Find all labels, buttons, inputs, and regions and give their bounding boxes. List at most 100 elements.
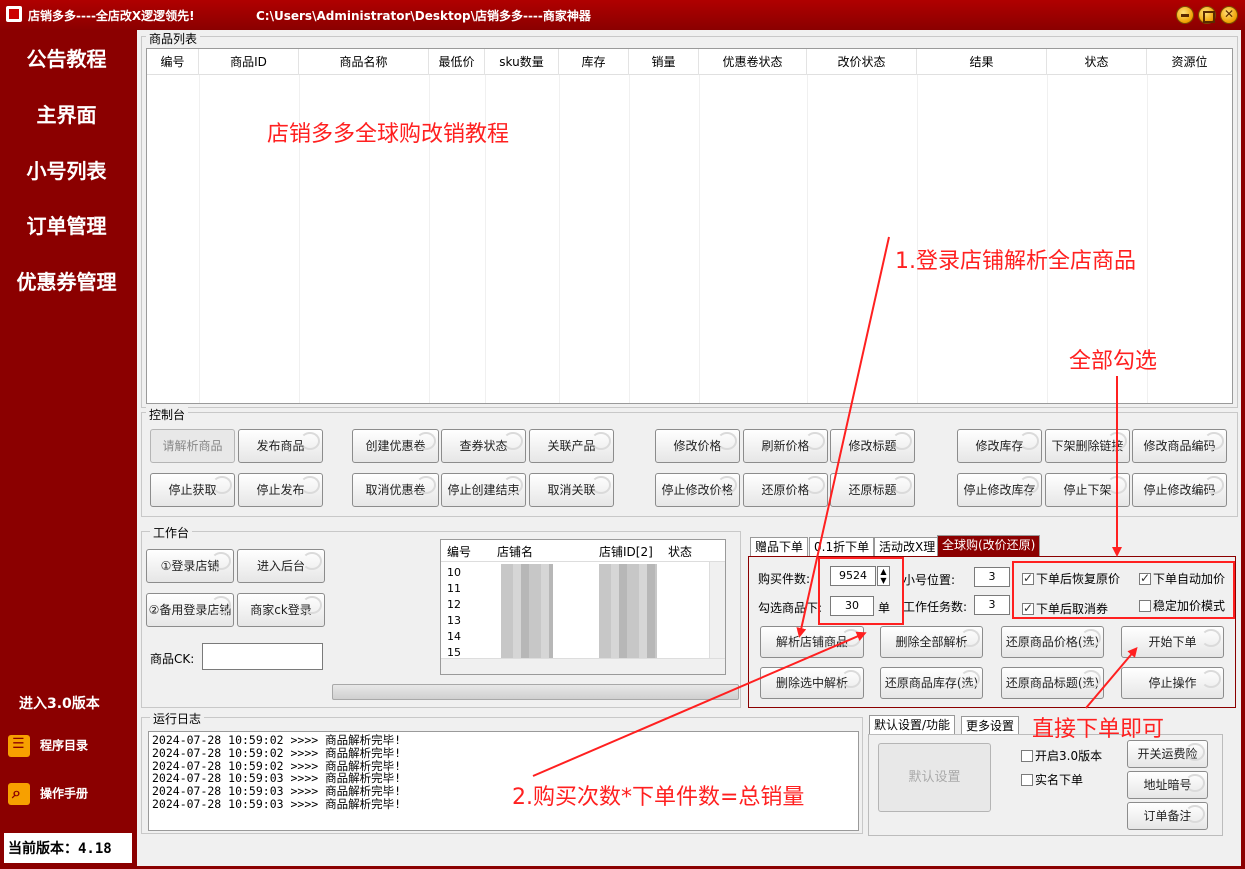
restore-product-stock-button[interactable]: 还原商品库存(选) — [880, 667, 983, 699]
product-ck-input[interactable] — [202, 643, 323, 670]
delist-button[interactable]: 下架删除链接 — [1045, 429, 1130, 463]
stop-modify-price-button[interactable]: 停止修改价格 — [655, 473, 740, 507]
list-item[interactable]: 11 — [447, 582, 461, 595]
program-dir-link[interactable]: 程序目录 — [8, 735, 88, 757]
store-list[interactable]: 编号 店铺名 店铺ID[2] 状态 10 11 12 13 14 15 — [440, 539, 726, 675]
stop-operation-button[interactable]: 停止操作 — [1121, 667, 1224, 699]
sidebar: 公告教程 主界面 小号列表 订单管理 优惠券管理 进入3.0版本 程序目录 操作… — [0, 30, 133, 869]
minimize-icon[interactable] — [1176, 6, 1194, 24]
modify-price-button[interactable]: 修改价格 — [655, 429, 740, 463]
col-result[interactable]: 结果 — [917, 49, 1047, 75]
store-col-no[interactable]: 编号 — [447, 543, 471, 560]
address-code-button[interactable]: 地址暗号 — [1127, 771, 1208, 799]
delete-all-parsed-button[interactable]: 删除全部解析 — [880, 626, 983, 658]
manual-link[interactable]: 操作手册 — [8, 783, 88, 805]
restore-product-title-button[interactable]: 还原商品标题(选) — [1001, 667, 1104, 699]
manual-label: 操作手册 — [40, 786, 89, 801]
enter-backend-button[interactable]: 进入后台 — [237, 549, 325, 583]
list-item[interactable]: 13 — [447, 614, 461, 627]
col-product-name[interactable]: 商品名称 — [299, 49, 429, 75]
parse-store-products-button[interactable]: 解析店铺商品 — [760, 626, 864, 658]
col-stock[interactable]: 库存 — [559, 49, 629, 75]
sidebar-item-orders[interactable]: 订单管理 — [0, 210, 133, 239]
check-coupon-button[interactable]: 查券状态 — [441, 429, 526, 463]
tab-discount-order[interactable]: 0.1折下单 — [809, 537, 875, 557]
list-item[interactable]: 10 — [447, 566, 461, 579]
modify-title-button[interactable]: 修改标题 — [830, 429, 915, 463]
sidebar-item-main[interactable]: 主界面 — [0, 99, 133, 128]
tab-activity[interactable]: 活动改X理 — [874, 537, 941, 557]
stop-create-button[interactable]: 停止创建结束 — [441, 473, 526, 507]
stop-modify-code-button[interactable]: 停止修改编码 — [1132, 473, 1227, 507]
start-order-button[interactable]: 开始下单 — [1121, 626, 1224, 658]
store-col-name[interactable]: 店铺名 — [497, 543, 533, 560]
default-settings-button[interactable]: 默认设置 — [878, 743, 991, 812]
login-store-button[interactable]: ①登录店铺 — [146, 549, 234, 583]
store-list-header: 编号 店铺名 店铺ID[2] 状态 — [441, 540, 725, 562]
store-list-hscroll[interactable] — [441, 658, 725, 674]
tab-gift-order[interactable]: 赠品下单 — [750, 537, 809, 557]
refresh-price-button[interactable]: 刷新价格 — [743, 429, 828, 463]
real-name-checkbox[interactable]: 实名下单 — [1021, 771, 1083, 788]
col-sku[interactable]: sku数量 — [485, 49, 559, 75]
tab-global-buy[interactable]: 全球购(改价还原) — [937, 535, 1041, 557]
modify-code-button[interactable]: 修改商品编码 — [1132, 429, 1227, 463]
restore-price-button[interactable]: 还原价格 — [743, 473, 828, 507]
merchant-ck-login-button[interactable]: 商家ck登录 — [237, 593, 325, 627]
col-product-id[interactable]: 商品ID — [199, 49, 299, 75]
log-title: 运行日志 — [150, 710, 205, 727]
list-item[interactable]: 14 — [447, 630, 461, 643]
work-tasks-label: 工作任务数: — [903, 600, 968, 614]
stop-publish-button[interactable]: 停止发布 — [238, 473, 323, 507]
sidebar-item-coupons[interactable]: 优惠券管理 — [0, 266, 133, 295]
enable-v3-checkbox[interactable]: 开启3.0版本 — [1021, 747, 1102, 764]
window-path: C:\Users\Administrator\Desktop\店销多多----商… — [256, 9, 591, 23]
col-status[interactable]: 状态 — [1047, 49, 1147, 75]
link-product-button[interactable]: 关联产品 — [529, 429, 614, 463]
work-tasks-input[interactable]: 3 — [974, 595, 1010, 615]
create-coupon-button[interactable]: 创建优惠卷 — [352, 429, 439, 463]
col-resource[interactable]: 资源位 — [1147, 49, 1232, 75]
col-sales[interactable]: 销量 — [629, 49, 699, 75]
enter-v3-link[interactable]: 进入3.0版本 — [19, 693, 100, 713]
backup-login-button[interactable]: ②备用登录店铺 — [146, 593, 234, 627]
annotation-select-all: 全部勾选 — [1069, 349, 1158, 374]
window-title: 店销多多----全店改X逻逻领先! — [28, 9, 195, 23]
checkbox-icon — [1021, 750, 1033, 762]
store-list-vscroll[interactable] — [709, 562, 725, 658]
restore-title-button[interactable]: 还原标题 — [830, 473, 915, 507]
workbench-title: 工作台 — [150, 524, 193, 541]
cancel-coupon-button[interactable]: 取消优惠卷 — [352, 473, 439, 507]
store-col-id[interactable]: 店铺ID[2] — [599, 543, 653, 560]
list-item[interactable]: 12 — [447, 598, 461, 611]
real-name-label: 实名下单 — [1035, 773, 1084, 787]
col-coupon-status[interactable]: 优惠卷状态 — [699, 49, 807, 75]
store-col-status[interactable]: 状态 — [668, 543, 692, 560]
alt-pos-input[interactable]: 3 — [974, 567, 1010, 587]
parse-products-button[interactable]: 请解析商品 — [150, 429, 235, 463]
title-bar: 店销多多----全店改X逻逻领先! C:\Users\Administrator… — [0, 0, 1245, 30]
publish-button[interactable]: 发布商品 — [238, 429, 323, 463]
sidebar-item-accounts[interactable]: 小号列表 — [0, 155, 133, 184]
col-price-status[interactable]: 改价状态 — [807, 49, 917, 75]
col-min-price[interactable]: 最低价 — [429, 49, 485, 75]
stop-fetch-button[interactable]: 停止获取 — [150, 473, 235, 507]
stop-delist-button[interactable]: 停止下架 — [1045, 473, 1130, 507]
modify-stock-button[interactable]: 修改库存 — [957, 429, 1042, 463]
tab-more-settings[interactable]: 更多设置 — [961, 716, 1020, 736]
close-icon[interactable] — [1220, 6, 1238, 24]
col-no[interactable]: 编号 — [147, 49, 199, 75]
tab-default-settings[interactable]: 默认设置/功能 — [869, 715, 956, 735]
restore-product-price-button[interactable]: 还原商品价格(选) — [1001, 626, 1104, 658]
annotation-step2: 2.购买次数*下单件数=总销量 — [512, 785, 805, 810]
cancel-link-button[interactable]: 取消关联 — [529, 473, 614, 507]
stop-modify-stock-button[interactable]: 停止修改库存 — [957, 473, 1042, 507]
product-table-header: 编号 商品ID 商品名称 最低价 sku数量 库存 销量 优惠卷状态 改价状态 … — [147, 49, 1232, 75]
order-note-button[interactable]: 订单备注 — [1127, 802, 1208, 830]
maximize-icon[interactable] — [1198, 6, 1216, 24]
delete-selected-parsed-button[interactable]: 删除选中解析 — [760, 667, 864, 699]
shipping-insurance-button[interactable]: 开关运费险 — [1127, 740, 1208, 768]
log-line: 2024-07-28 10:59:02 >>>> 商品解析完毕! — [152, 745, 402, 760]
sidebar-item-tutorial[interactable]: 公告教程 — [0, 43, 133, 72]
list-icon — [8, 735, 30, 757]
